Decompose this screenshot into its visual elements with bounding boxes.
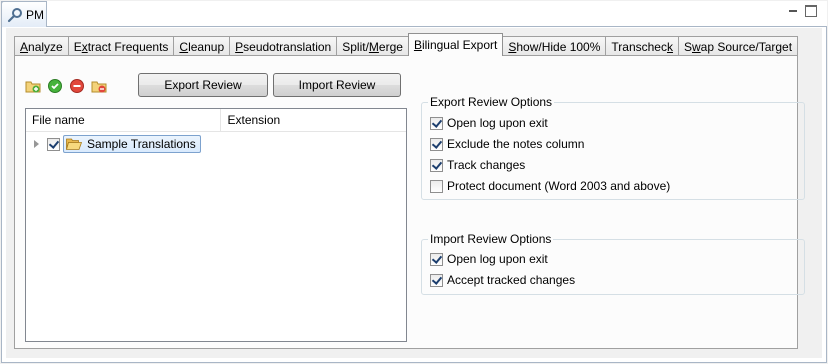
remove-icon[interactable]: [69, 78, 85, 94]
view-content: Analyze Ex tract Frequents Cleanup Pseudo…: [6, 28, 822, 358]
tab-pseudotranslation[interactable]: Pseudotranslation: [229, 36, 337, 56]
checkbox[interactable]: [430, 273, 443, 287]
view-tab-pm[interactable]: PM: [1, 1, 47, 27]
import-review-options-title: Import Review Options: [428, 232, 554, 246]
view-tab-strip: [47, 1, 827, 27]
view-title: PM: [26, 7, 44, 22]
check-icon[interactable]: [47, 78, 63, 94]
expand-arrow-icon[interactable]: [34, 140, 39, 148]
pm-tool-icon: [7, 7, 22, 22]
tree-item-selected[interactable]: Sample Translations: [63, 135, 201, 153]
export-option-exclude-notes[interactable]: Exclude the notes column: [430, 137, 584, 151]
file-toolbar: [25, 78, 107, 94]
import-review-options-group: Import Review Options Open log upon exit…: [421, 232, 805, 295]
tab-bilingual-export[interactable]: Bilingual Export: [407, 33, 504, 56]
export-option-open-log[interactable]: Open log upon exit: [430, 116, 548, 130]
tree-row[interactable]: Sample Translations: [34, 135, 201, 153]
export-review-options-title: Export Review Options: [428, 95, 555, 109]
bilingual-export-panel: Export Review Import Review File name Ex…: [14, 55, 805, 349]
folder-open-icon: [66, 138, 82, 150]
tab-show-hide-100[interactable]: Show/Hide 100%: [503, 36, 606, 56]
tab-transcheck[interactable]: Transchec k: [605, 36, 678, 56]
minimize-icon[interactable]: [787, 5, 799, 17]
import-option-accept-tracked[interactable]: Accept tracked changes: [430, 273, 575, 287]
import-review-button[interactable]: Import Review: [273, 73, 401, 97]
tree-item-label: Sample Translations: [87, 137, 196, 151]
tab-swap-source-target[interactable]: Sw ap Source/Target: [677, 36, 799, 56]
tab-extract-frequents[interactable]: Ex tract Frequents: [67, 36, 174, 56]
import-option-open-log[interactable]: Open log upon exit: [430, 252, 548, 266]
checkbox[interactable]: [430, 116, 443, 130]
maximize-icon[interactable]: [805, 5, 817, 17]
add-folder-icon[interactable]: [25, 78, 41, 94]
checkbox[interactable]: [430, 137, 443, 151]
file-tree[interactable]: File name Extension Sample Translations: [25, 108, 407, 342]
checkbox[interactable]: [430, 252, 443, 266]
tree-header: File name Extension: [26, 109, 406, 132]
export-review-options-group: Export Review Options Open log upon exit…: [421, 95, 805, 200]
export-option-track-changes[interactable]: Track changes: [430, 158, 525, 172]
export-review-button[interactable]: Export Review: [138, 73, 268, 97]
checkbox[interactable]: [430, 158, 443, 172]
tab-split-merge[interactable]: Split/Merge: [336, 36, 408, 56]
folder-remove-icon[interactable]: [91, 78, 107, 94]
tab-analyze[interactable]: Analyze: [14, 36, 68, 56]
tab-bar: Analyze Ex tract Frequents Cleanup Pseudo…: [14, 33, 799, 56]
column-extension[interactable]: Extension: [221, 109, 406, 131]
column-file-name[interactable]: File name: [26, 109, 222, 131]
row-checkbox[interactable]: [47, 137, 60, 151]
export-option-protect-document[interactable]: Protect document (Word 2003 and above): [430, 179, 670, 193]
tab-cleanup[interactable]: Cleanup: [173, 36, 230, 56]
checkbox[interactable]: [430, 179, 443, 193]
